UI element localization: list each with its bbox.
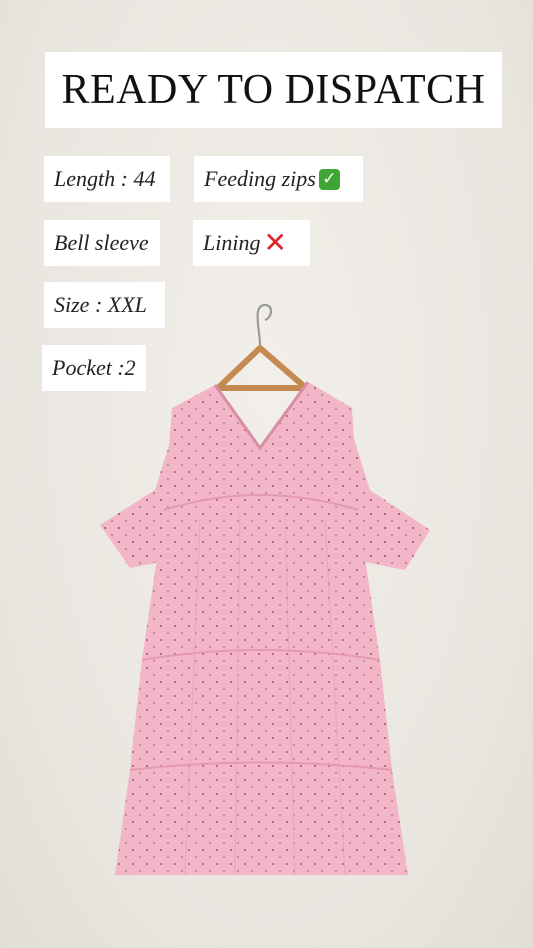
hanger-body <box>215 345 309 391</box>
title-banner: READY TO DISPATCH <box>45 52 502 128</box>
tag-length: Length : 44 <box>44 156 170 202</box>
tag-bell-sleeve-text: Bell sleeve <box>54 230 149 255</box>
tag-lining-text: Lining <box>203 230 261 255</box>
tag-bell-sleeve: Bell sleeve <box>44 220 160 266</box>
dress-image <box>60 300 460 900</box>
tag-feeding-zips: Feeding zips ✓ <box>194 156 363 202</box>
tag-length-text: Length : 44 <box>54 166 156 191</box>
title-text: READY TO DISPATCH <box>61 67 486 113</box>
hanger-hook <box>256 303 273 346</box>
dress-illustration <box>100 303 430 876</box>
cross-mark-icon: ✕ <box>263 226 287 259</box>
tag-feeding-zips-text: Feeding zips <box>204 166 316 191</box>
check-mark-icon: ✓ <box>318 168 340 190</box>
tag-lining: Lining ✕ <box>193 220 310 266</box>
